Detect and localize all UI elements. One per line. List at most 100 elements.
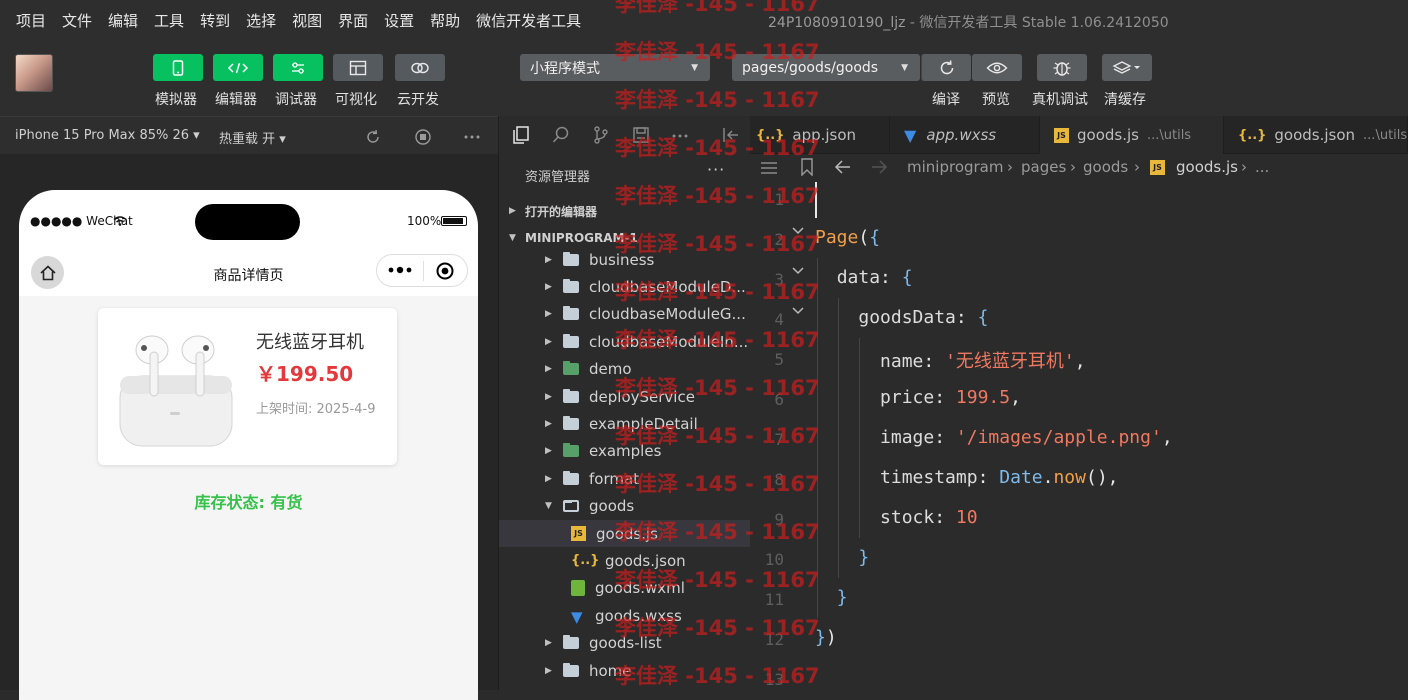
eye-icon [986,62,1008,73]
product-price: ￥199.50 [256,362,354,386]
fold-chevron-icon[interactable] [791,306,805,316]
search-icon[interactable] [551,125,571,145]
project-label: MINIPROGRAM-1 [525,231,638,245]
open-editors-section[interactable]: ▶ 打开的编辑器 [499,198,750,224]
device-select[interactable]: iPhone 15 Pro Max 85% 26 ▾ [15,128,200,143]
menu-interface[interactable]: 界面 [338,10,368,31]
back-arrow-icon[interactable] [834,159,852,175]
more-icon[interactable] [463,134,481,140]
list-icon[interactable] [760,160,778,176]
tree-item-goods-js[interactable]: JS goods.js [499,520,750,547]
avatar[interactable] [15,54,53,92]
preview-button[interactable] [972,54,1022,81]
code-editor[interactable]: 1 2 3 4 5 6 7 8 9 10 11 12 13 Page({ dat… [750,182,1408,690]
tree-item-goods-list[interactable]: ▶ goods-list [499,630,750,657]
tree-item-label: goods [589,497,635,516]
tab-app-wxss[interactable]: ▼ app.wxss [890,116,1040,154]
editor-button[interactable] [213,54,263,81]
menu-wechat-devtools[interactable]: 微信开发者工具 [476,10,581,31]
clear-cache-button[interactable] [1102,54,1152,81]
menu-edit[interactable]: 编辑 [108,10,138,31]
tree-item-format[interactable]: ▶ format [499,465,750,492]
cloud-button[interactable] [395,54,445,81]
real-debug-button[interactable] [1037,54,1087,81]
simulator-button[interactable] [153,54,203,81]
tree-item-goods-wxml[interactable]: goods.wxml [499,575,750,602]
cloud-icon [411,62,429,73]
breadcrumb-more[interactable]: ... [1255,158,1269,176]
menu-goto[interactable]: 转到 [200,10,230,31]
battery-icon [441,216,467,226]
menu-dots-icon[interactable] [388,266,412,274]
explorer-title: 资源管理器 [525,170,591,185]
tab-path-hint: ...\utils [1146,127,1192,143]
product-card[interactable]: 无线蓝牙耳机 ￥199.50 上架时间: 2025-4-9 [98,308,397,465]
code-line: } [858,547,870,568]
hot-reload-select[interactable]: 热重载 开 ▾ [219,128,286,147]
menu-view[interactable]: 视图 [292,10,322,31]
page-select[interactable]: pages/goods/goods ▼ [732,54,920,81]
tree-item-label: home [589,661,632,680]
menu-tools[interactable]: 工具 [154,10,184,31]
tree-item-cloudbasemodulein[interactable]: ▶ cloudbaseModuleIn... [499,328,750,355]
more-icon[interactable] [671,133,689,139]
json-file-icon: {..} [571,553,600,569]
bug-icon [1053,61,1071,76]
bookmark-icon[interactable] [800,158,814,176]
code-line: name: '无线蓝牙耳机', [880,351,1086,372]
tree-item-demo[interactable]: ▶ demo [499,356,750,383]
tree-item-business[interactable]: ▶ business [499,246,750,273]
breadcrumb-separator: › [1241,158,1247,176]
dynamic-island [195,204,300,240]
tree-item-cloudbasemoduled[interactable]: ▶ cloudbaseModuleD... [499,273,750,300]
debugger-button[interactable] [273,54,323,81]
close-mini-program-icon[interactable] [435,261,455,281]
menu-project[interactable]: 项目 [16,10,46,31]
source-control-icon[interactable] [591,125,611,145]
folder-icon [563,333,579,348]
chevron-down-icon: ▼ [545,501,552,512]
mode-select[interactable]: 小程序模式 ▼ [520,54,710,81]
tree-item-home[interactable]: ▶ home [499,657,750,684]
compile-button[interactable] [921,54,971,81]
code-line: price: 199.5, [880,387,1021,408]
menu-select[interactable]: 选择 [246,10,276,31]
tree-item-goods-wxss[interactable]: ▼ goods.wxss [499,602,750,629]
open-editors-label: 打开的编辑器 [525,204,598,219]
breadcrumb-pages[interactable]: pages [1021,158,1066,176]
breadcrumb-file[interactable]: goods.js [1176,158,1238,176]
breadcrumb-miniprogram[interactable]: miniprogram [907,158,1003,176]
fold-chevron-icon[interactable] [791,226,805,236]
tab-goods-json[interactable]: {..} goods.json ...\utils [1224,116,1408,154]
breadcrumb-goods[interactable]: goods [1083,158,1128,176]
tab-label: goods.json [1274,126,1356,144]
tree-item-goods[interactable]: ▼ goods [499,493,750,520]
files-icon[interactable] [511,125,531,145]
save-icon[interactable] [631,125,651,145]
capsule-menu [376,254,468,287]
menu-settings[interactable]: 设置 [384,10,414,31]
tree-item-cloudbasemoduleg[interactable]: ▶ cloudbaseModuleG... [499,301,750,328]
explorer-more-icon[interactable]: ··· [707,160,725,179]
folder-icon [563,251,579,266]
refresh-icon [940,59,953,74]
tree-item-exampledetail[interactable]: ▶ exampleDetail [499,410,750,437]
explorer-activity-bar [498,116,750,154]
rotate-icon[interactable] [364,128,382,146]
product-image [119,335,233,447]
menu-help[interactable]: 帮助 [430,10,460,31]
code-line: data: { [836,267,913,288]
tree-item-examples[interactable]: ▶ examples [499,438,750,465]
fold-chevron-icon[interactable] [791,266,805,276]
tree-item-deployservice[interactable]: ▶ deployService [499,383,750,410]
menu-file[interactable]: 文件 [62,10,92,31]
tree-item-label: cloudbaseModuleD... [589,277,746,296]
collapse-panel-icon[interactable] [721,125,741,145]
visual-button[interactable] [333,54,383,81]
tab-goods-js[interactable]: JS goods.js ...\utils [1040,116,1224,154]
tree-item-goods-json[interactable]: {..} goods.json [499,547,750,574]
editor-tabs: {..} app.json ▼ app.wxss JS goods.js ...\uti… [750,116,1408,154]
forward-arrow-icon[interactable] [870,159,888,175]
stop-icon[interactable] [414,128,432,146]
tab-app-json[interactable]: {..} app.json [750,116,890,154]
